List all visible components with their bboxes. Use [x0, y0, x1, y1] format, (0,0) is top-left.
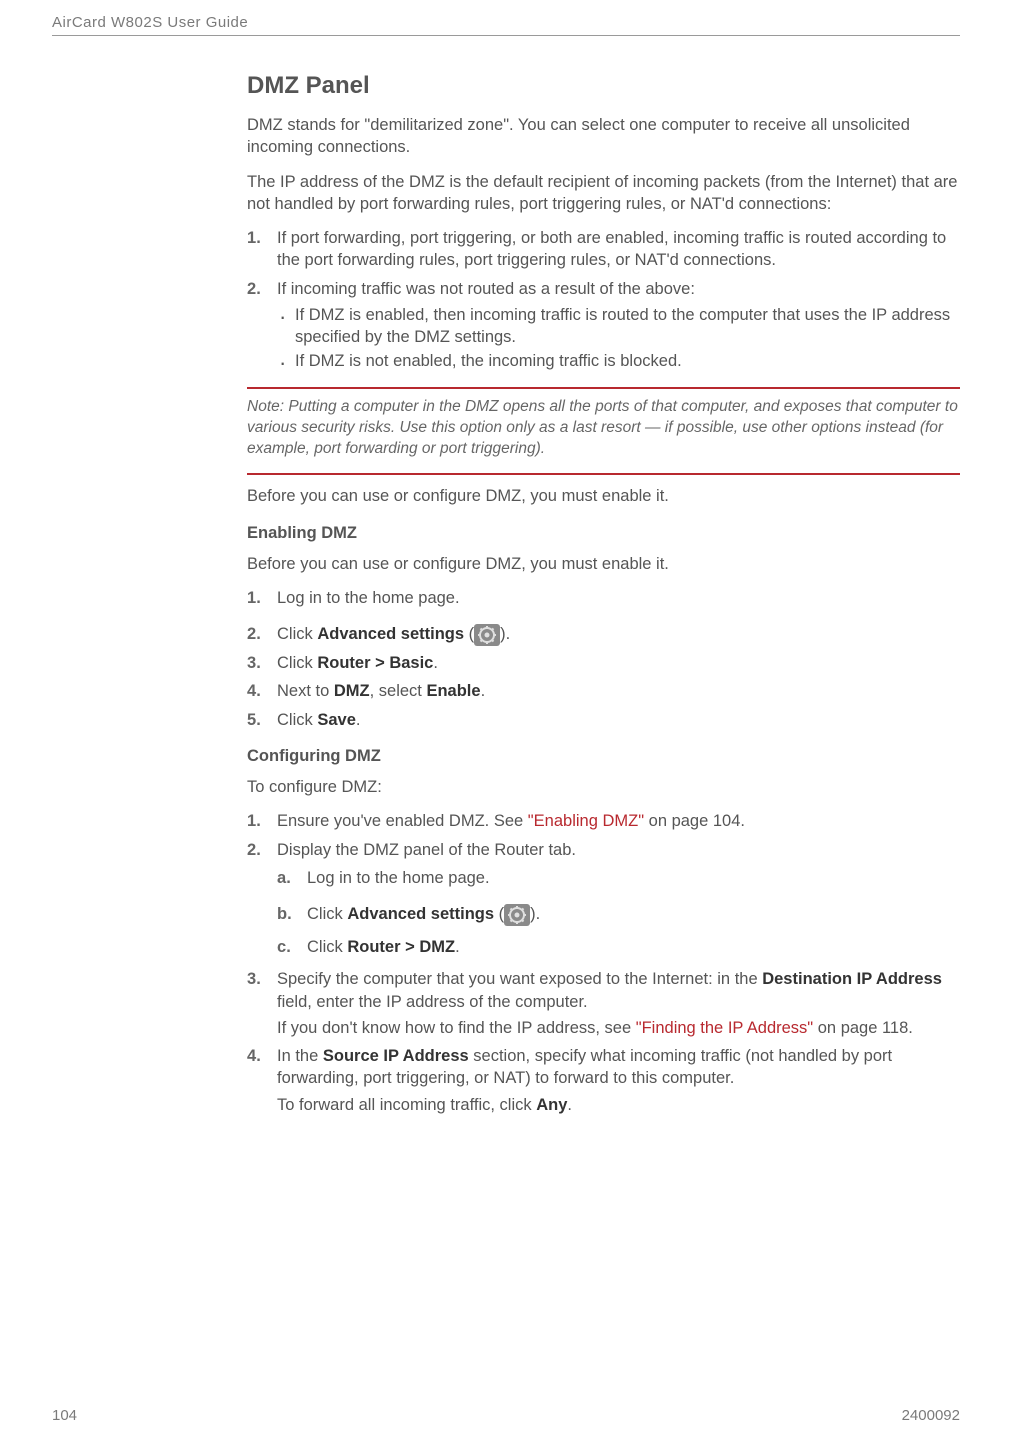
- subsection-heading: Configuring DMZ: [247, 747, 960, 766]
- note-separator: [247, 387, 960, 389]
- ordered-list: If port forwarding, port triggering, or …: [247, 227, 960, 373]
- doc-number: 2400092: [902, 1407, 960, 1424]
- list-item: Log in to the home page.: [247, 587, 960, 609]
- gear-icon: [474, 624, 500, 647]
- list-item-text: If incoming traffic was not routed as a …: [277, 280, 695, 298]
- ui-label: Source IP Address: [323, 1047, 469, 1065]
- list-item-text: field, enter the IP address of the compu…: [277, 993, 588, 1011]
- ordered-list: Ensure you've enabled DMZ. See "Enabling…: [247, 810, 960, 1116]
- list-item-text: ).: [530, 905, 540, 923]
- list-item: If incoming traffic was not routed as a …: [247, 278, 960, 373]
- bullet-list: If DMZ is enabled, then incoming traffic…: [277, 304, 960, 373]
- list-item-text: (: [464, 625, 474, 643]
- ui-label: Advanced settings: [317, 625, 464, 643]
- ordered-list: Log in to the home page. Click Advanced …: [247, 587, 960, 731]
- list-item-text: Click: [277, 654, 317, 672]
- list-item-text: Display the DMZ panel of the Router tab.: [277, 841, 576, 859]
- doc-title-header: AirCard W802S User Guide: [52, 14, 960, 31]
- page-number: 104: [52, 1407, 77, 1424]
- main-content: DMZ Panel DMZ stands for "demilitarized …: [247, 72, 960, 1116]
- ui-label: Destination IP Address: [762, 970, 942, 988]
- body-text: DMZ stands for "demilitarized zone". You…: [247, 114, 960, 159]
- ui-label: Any: [536, 1096, 567, 1114]
- list-item: If DMZ is enabled, then incoming traffic…: [277, 304, 960, 349]
- ordered-list-alpha: Log in to the home page. Click Advanced …: [277, 867, 960, 958]
- note-label: Note:: [247, 398, 288, 415]
- list-item-text: on page 104.: [644, 812, 745, 830]
- body-text: To configure DMZ:: [247, 776, 960, 798]
- note-separator: [247, 473, 960, 475]
- ui-label: Save: [317, 711, 356, 729]
- body-text: Before you can use or configure DMZ, you…: [247, 553, 960, 575]
- list-item: Ensure you've enabled DMZ. See "Enabling…: [247, 810, 960, 832]
- list-item: Click Router > Basic.: [247, 652, 960, 674]
- note-body: Putting a computer in the DMZ opens all …: [247, 398, 958, 457]
- list-item-text: .: [455, 938, 460, 956]
- cross-ref-link[interactable]: "Enabling DMZ": [528, 812, 644, 830]
- page-footer: 104 2400092: [52, 1407, 960, 1424]
- list-item-text: Click: [307, 938, 347, 956]
- list-item-text: Next to: [277, 682, 334, 700]
- list-item: Click Advanced settings ().: [277, 903, 960, 926]
- list-item: If DMZ is not enabled, the incoming traf…: [277, 350, 960, 372]
- list-item: Next to DMZ, select Enable.: [247, 680, 960, 702]
- body-text: The IP address of the DMZ is the default…: [247, 171, 960, 216]
- list-item-text: In the: [277, 1047, 323, 1065]
- ui-label: Router > Basic: [317, 654, 433, 672]
- list-item: If port forwarding, port triggering, or …: [247, 227, 960, 272]
- section-heading: DMZ Panel: [247, 72, 960, 100]
- list-item-text: Ensure you've enabled DMZ. See: [277, 812, 528, 830]
- list-item: Log in to the home page.: [277, 867, 960, 889]
- list-item-text: .: [567, 1096, 572, 1114]
- list-item: Click Router > DMZ.: [277, 936, 960, 958]
- subsection-heading: Enabling DMZ: [247, 524, 960, 543]
- list-item: Specify the computer that you want expos…: [247, 968, 960, 1039]
- list-item: In the Source IP Address section, specif…: [247, 1045, 960, 1116]
- body-text: Before you can use or configure DMZ, you…: [247, 485, 960, 507]
- list-item-text: .: [356, 711, 361, 729]
- list-item-text: Click: [277, 711, 317, 729]
- list-item-text: If you don't know how to find the IP add…: [277, 1019, 636, 1037]
- list-item-text: To forward all incoming traffic, click: [277, 1096, 536, 1114]
- list-item-text: .: [481, 682, 486, 700]
- list-item-text: ).: [500, 625, 510, 643]
- ui-label: DMZ: [334, 682, 370, 700]
- list-item-text: (: [494, 905, 504, 923]
- ui-label: Advanced settings: [347, 905, 494, 923]
- list-item-text: Specify the computer that you want expos…: [277, 970, 762, 988]
- list-item-text: , select: [370, 682, 427, 700]
- list-item-text: Click: [307, 905, 347, 923]
- ui-label: Enable: [426, 682, 480, 700]
- list-item: Click Save.: [247, 709, 960, 731]
- note-text: Note: Putting a computer in the DMZ open…: [247, 397, 960, 460]
- list-item-text: Click: [277, 625, 317, 643]
- list-item: Display the DMZ panel of the Router tab.…: [247, 839, 960, 959]
- header-rule: [52, 35, 960, 36]
- list-item-text: on page 118.: [813, 1019, 913, 1037]
- list-item-text: .: [433, 654, 438, 672]
- ui-label: Router > DMZ: [347, 938, 455, 956]
- gear-icon: [504, 903, 530, 926]
- cross-ref-link[interactable]: "Finding the IP Address": [636, 1019, 813, 1037]
- list-item: Click Advanced settings ().: [247, 623, 960, 646]
